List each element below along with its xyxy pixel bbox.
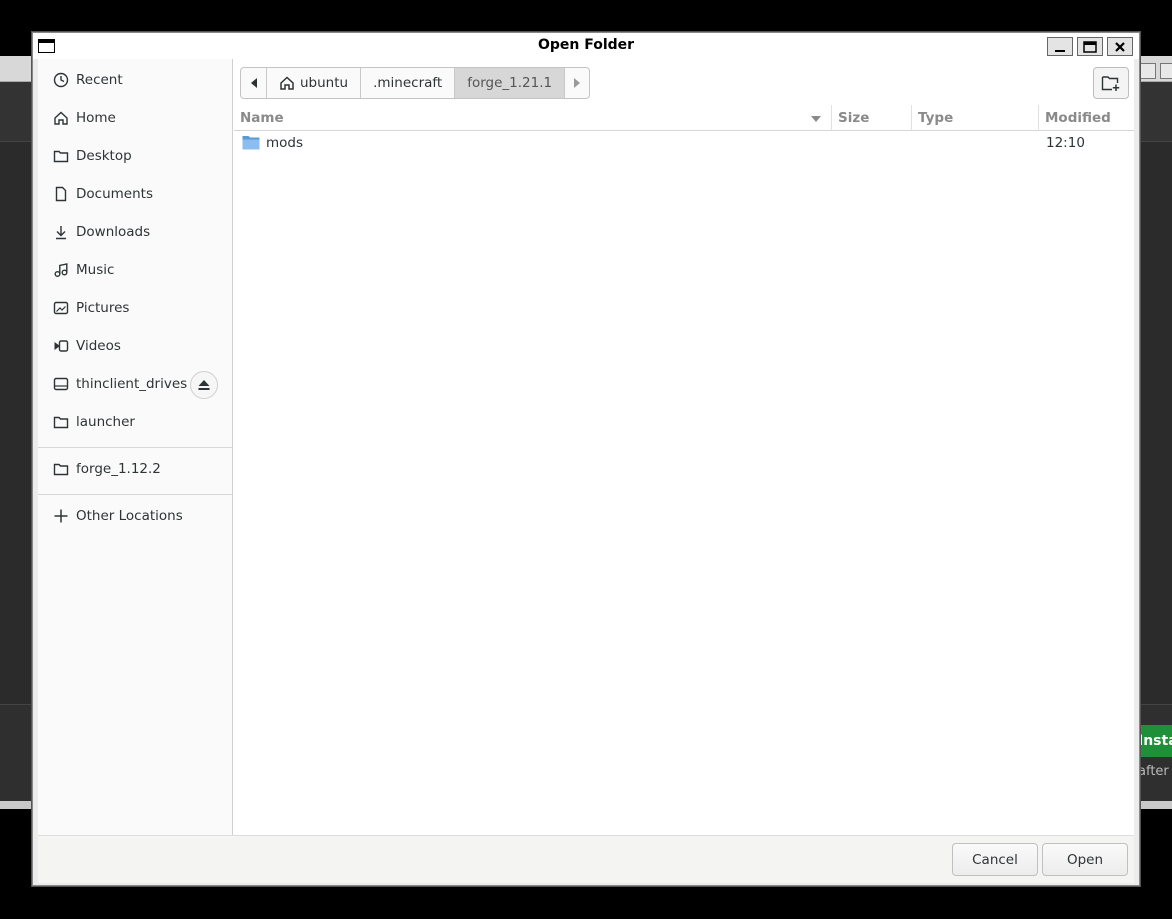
path-segment-label: ubuntu [300, 75, 349, 91]
dialog-titlebar[interactable]: Open Folder [33, 33, 1139, 59]
path-segment-label: forge_1.21.1 [467, 75, 553, 91]
path-segment-ubuntu[interactable]: ubuntu [266, 68, 360, 98]
path-bar: ubuntu .minecraft forge_1.21.1 [240, 67, 591, 99]
file-modified: 12:10 [1046, 135, 1085, 151]
minimize-icon [1055, 49, 1065, 52]
sidebar-item-desktop[interactable]: Desktop [38, 137, 232, 175]
column-headers: Name Size Type Modified [234, 105, 1134, 131]
path-segment-forge-1-21-1[interactable]: forge_1.21.1 [454, 68, 565, 98]
sidebar-item-music[interactable]: Music [38, 251, 232, 289]
sidebar-item-label: Documents [76, 186, 153, 202]
sidebar-item-label: Music [76, 262, 115, 278]
sidebar-item-label: Videos [76, 338, 121, 354]
maximize-icon [1083, 40, 1097, 53]
home-icon [52, 109, 70, 127]
sidebar-item-label: Home [76, 110, 116, 126]
column-header-label: Type [918, 110, 954, 126]
sort-descending-icon [811, 116, 821, 122]
sidebar-item-forge-1-12-2[interactable]: forge_1.12.2 [38, 450, 232, 488]
background-minimize-button[interactable] [1138, 63, 1156, 79]
clock-icon [52, 71, 70, 89]
sidebar-item-other-locations[interactable]: Other Locations [38, 497, 232, 535]
column-header-label: Name [240, 110, 284, 126]
column-header-size[interactable]: Size [832, 105, 912, 131]
sidebar-item-label: thinclient_drives [76, 376, 188, 392]
home-icon [280, 76, 294, 90]
column-header-modified[interactable]: Modified [1039, 105, 1134, 131]
eject-button[interactable] [190, 371, 218, 399]
sidebar-item-home[interactable]: Home [38, 99, 232, 137]
chevron-right-icon [574, 78, 581, 88]
open-button[interactable]: Open [1042, 843, 1128, 876]
folder-icon [52, 147, 70, 165]
sidebar-item-downloads[interactable]: Downloads [38, 213, 232, 251]
sidebar-item-documents[interactable]: Documents [38, 175, 232, 213]
sidebar-item-label: Pictures [76, 300, 130, 316]
path-segment-minecraft[interactable]: .minecraft [360, 68, 454, 98]
cancel-button[interactable]: Cancel [952, 843, 1038, 876]
close-icon [1115, 41, 1125, 52]
music-icon [52, 261, 70, 279]
picture-icon [52, 299, 70, 317]
plus-icon [52, 507, 70, 525]
file-name: mods [266, 135, 304, 151]
file-list: Name Size Type Modified mods 12:10 [234, 105, 1134, 835]
path-segment-label: .minecraft [373, 75, 443, 91]
document-icon [52, 185, 70, 203]
sidebar-item-label: launcher [76, 414, 135, 430]
folder-icon [52, 413, 70, 431]
minimize-button[interactable] [1047, 37, 1073, 56]
eject-icon [198, 380, 210, 390]
video-icon [52, 337, 70, 355]
download-icon [52, 223, 70, 241]
column-header-name[interactable]: Name [234, 105, 832, 131]
new-folder-icon [1101, 76, 1120, 91]
background-maximize-button[interactable] [1160, 63, 1172, 79]
path-scroll-left-button[interactable] [241, 68, 266, 98]
sidebar-item-label: Recent [76, 72, 123, 88]
dialog-footer: Cancel Open [38, 835, 1134, 883]
folder-icon [52, 460, 70, 478]
sidebar-item-label: Other Locations [76, 508, 183, 524]
sidebar-item-label: Desktop [76, 148, 132, 164]
dialog-title: Open Folder [537, 37, 635, 53]
dialog-content: Recent Home Desktop Documents Downloads … [38, 59, 1134, 835]
sidebar-item-launcher[interactable]: launcher [38, 403, 232, 441]
column-header-label: Size [838, 110, 870, 126]
open-folder-dialog: Open Folder Recent Home Desktop Document… [32, 32, 1140, 886]
places-sidebar: Recent Home Desktop Documents Downloads … [38, 59, 233, 835]
sidebar-separator [38, 447, 232, 448]
close-button[interactable] [1107, 37, 1133, 56]
sidebar-item-label: forge_1.12.2 [76, 461, 161, 477]
maximize-button[interactable] [1077, 37, 1103, 56]
folder-icon [242, 134, 260, 158]
drive-icon [52, 375, 70, 393]
chevron-left-icon [250, 78, 257, 88]
sidebar-item-label: Downloads [76, 224, 151, 240]
sidebar-item-thinclient-drives[interactable]: thinclient_drives [38, 365, 232, 403]
new-folder-button[interactable] [1093, 67, 1129, 99]
sidebar-item-videos[interactable]: Videos [38, 327, 232, 365]
column-header-type[interactable]: Type [912, 105, 1039, 131]
column-header-label: Modified [1045, 110, 1111, 126]
file-row[interactable]: mods 12:10 [234, 131, 1134, 155]
sidebar-item-recent[interactable]: Recent [38, 61, 232, 99]
sidebar-item-pictures[interactable]: Pictures [38, 289, 232, 327]
path-scroll-right-button[interactable] [564, 68, 589, 98]
sidebar-separator [38, 494, 232, 495]
